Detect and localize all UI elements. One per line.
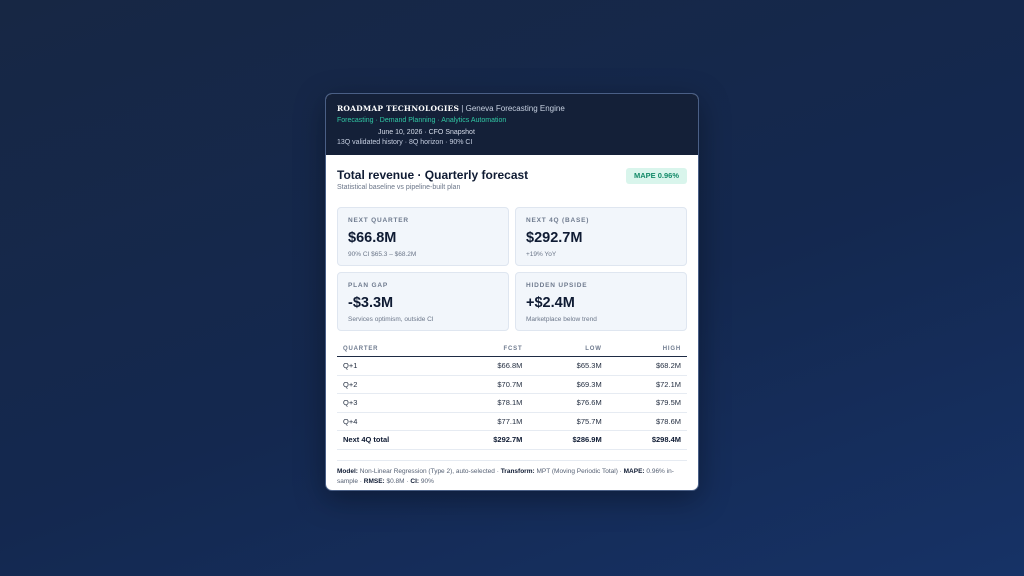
kpi-next-4q: NEXT 4Q (BASE) $292.7M +19% YoY [515, 207, 687, 266]
kpi-note: 90% CI $65.3 – $68.2M [348, 251, 417, 258]
cell-high: $68.2M [607, 356, 687, 376]
brand-separator: | [461, 104, 464, 113]
kpi-value: $292.7M [526, 230, 583, 246]
column-header-high: HIGH [607, 342, 687, 357]
footnote-rmse-label: RMSE: [363, 477, 385, 485]
cell-low: $75.7M [528, 412, 608, 431]
kpi-label: PLAN GAP [348, 282, 388, 289]
footnote-ci-label: CI: [410, 477, 420, 485]
cell-fcst: $77.1M [449, 412, 529, 431]
cell-quarter: Q+4 [337, 412, 450, 431]
footnote-transform-label: Transform: [500, 467, 535, 475]
cell-high: $79.5M [607, 393, 687, 413]
tagline: Forecasting · Demand Planning · Analytic… [337, 117, 507, 124]
cell-total-label: Next 4Q total [337, 430, 450, 450]
cell-fcst: $70.7M [449, 375, 529, 394]
kpi-note: Services optimism, outside CI [348, 316, 434, 323]
kpi-value: +$2.4M [526, 295, 575, 311]
kpi-note: Marketplace below trend [526, 316, 597, 323]
cell-high: $78.6M [607, 412, 687, 431]
brand-line: ROADMAP TECHNOLOGIES | Geneva Forecastin… [337, 103, 687, 114]
mape-badge: MAPE 0.96% [625, 168, 687, 184]
panel-subtitle: Statistical baseline vs pipeline-built p… [337, 184, 461, 191]
cell-total-fcst: $292.7M [449, 430, 529, 450]
kpi-label: HIDDEN UPSIDE [526, 282, 588, 289]
kpi-value: $66.8M [348, 230, 397, 246]
kpi-plan-gap: PLAN GAP -$3.3M Services optimism, outsi… [337, 272, 509, 331]
forecast-card: ROADMAP TECHNOLOGIES | Geneva Forecastin… [325, 93, 699, 491]
table-header-row: QUARTER FCST LOW HIGH [337, 342, 687, 357]
cell-quarter: Q+1 [337, 356, 450, 376]
forecast-table: QUARTER FCST LOW HIGH Q+1 $66.8M $65.3M … [337, 342, 687, 450]
model-footnote: Model: Non-Linear Regression (Type 2), a… [337, 459, 687, 487]
cell-low: $65.3M [528, 356, 608, 376]
kpi-note: +19% YoY [526, 251, 557, 258]
brand-name: ROADMAP TECHNOLOGIES [337, 104, 460, 113]
cell-fcst: $78.1M [449, 393, 529, 413]
cell-total-low: $286.9M [528, 430, 608, 450]
kpi-value: -$3.3M [348, 295, 394, 311]
footnote-mape-label: MAPE: [623, 467, 645, 475]
footnote-transform: MPT (Moving Periodic Total) · [536, 467, 622, 475]
table-total-row: Next 4Q total $292.7M $286.9M $298.4M [337, 430, 687, 450]
kpi-grid: NEXT QUARTER $66.8M 90% CI $65.3 – $68.2… [337, 207, 687, 331]
card-header: ROADMAP TECHNOLOGIES | Geneva Forecastin… [326, 94, 698, 155]
cell-high: $72.1M [607, 375, 687, 394]
footnote-ci: 90% [420, 477, 434, 485]
cell-quarter: Q+3 [337, 393, 450, 413]
cell-low: $69.3M [528, 375, 608, 394]
kpi-label: NEXT QUARTER [348, 217, 409, 224]
kpi-hidden-upside: HIDDEN UPSIDE +$2.4M Marketplace below t… [515, 272, 687, 331]
title-row: Total revenue · Quarterly forecast Stati… [337, 168, 687, 199]
column-header-quarter: QUARTER [337, 342, 450, 357]
cell-low: $76.6M [528, 393, 608, 413]
footnote-rmse: $0.8M · [386, 477, 409, 485]
snapshot-date: June 10, 2026 · CFO Snapshot [378, 129, 475, 136]
table-row: Q+4 $77.1M $75.7M $78.6M [337, 412, 687, 431]
table-row: Q+3 $78.1M $76.6M $79.5M [337, 393, 687, 413]
column-header-low: LOW [528, 342, 608, 357]
footnote-model: Non-Linear Regression (Type 2), auto-sel… [359, 467, 499, 475]
table-row: Q+2 $70.7M $69.3M $72.1M [337, 375, 687, 394]
card-body: Total revenue · Quarterly forecast Stati… [326, 155, 698, 487]
kpi-label: NEXT 4Q (BASE) [526, 217, 590, 224]
footnote-model-label: Model: [337, 467, 358, 475]
cell-quarter: Q+2 [337, 375, 450, 394]
history-info: 13Q validated history · 8Q horizon · 90%… [337, 139, 473, 146]
table-row: Q+1 $66.8M $65.3M $68.2M [337, 356, 687, 376]
kpi-next-quarter: NEXT QUARTER $66.8M 90% CI $65.3 – $68.2… [337, 207, 509, 266]
cell-fcst: $66.8M [449, 356, 529, 376]
column-header-fcst: FCST [449, 342, 529, 357]
product-name: Geneva Forecasting Engine [465, 104, 565, 113]
cell-total-high: $298.4M [607, 430, 687, 450]
